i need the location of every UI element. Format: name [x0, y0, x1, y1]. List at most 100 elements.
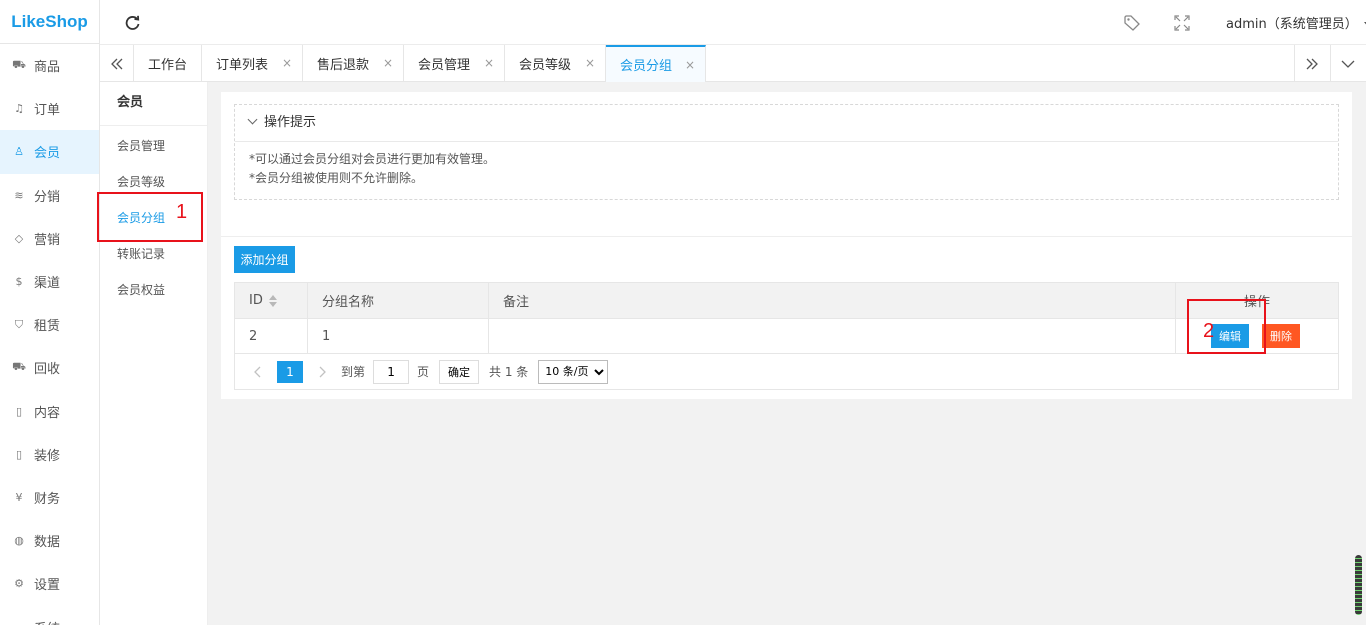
sidebar-item[interactable]: $ 渠道 — [0, 260, 99, 303]
close-icon[interactable]: × — [585, 56, 595, 70]
sidebar-item-label: 营销 — [34, 232, 61, 248]
sidebar-item-label: 分销 — [34, 189, 61, 205]
tab[interactable]: 会员等级 × — [505, 45, 606, 82]
sidebar-item-label: 内容 — [34, 405, 61, 421]
delete-button[interactable]: 删除 — [1262, 324, 1300, 348]
top-bar: admin（系统管理员） — [100, 0, 1366, 45]
column-header-id[interactable]: ID — [235, 283, 308, 318]
annotation-number-2: 2 — [1203, 320, 1215, 342]
table-row: 2 1 编辑 删除 — [235, 319, 1338, 354]
column-header-actions: 操作 — [1243, 295, 1270, 310]
tip-line: *会员分组被使用则不允许删除。 — [249, 171, 424, 185]
user-menu[interactable]: admin（系统管理员） — [1226, 13, 1366, 32]
refresh-icon[interactable] — [124, 14, 142, 32]
tab-bar: 工作台 订单列表 × 售后退款 × 会员管理 × 会员等级 × 会员分组 × — [100, 45, 1366, 82]
sidebar-item[interactable]: ⛉ 租赁 — [0, 303, 99, 346]
shield-check-icon: ⛉ — [14, 317, 24, 331]
tabs-scroll-right-icon[interactable] — [1294, 45, 1328, 82]
sidebar-item[interactable]: ▯ 内容 — [0, 390, 99, 433]
column-header-label: ID — [249, 293, 263, 308]
submenu-item[interactable]: 转账记录 — [100, 236, 207, 272]
sidebar-item[interactable]: ⛟ 商品 — [0, 44, 99, 87]
cell-id: 2 — [235, 319, 308, 353]
submenu-item[interactable]: 会员等级 — [100, 164, 207, 200]
app-root: LikeShop ⛟ 商品 ♫ 订单 ♙ 会员 ≋ 分销 ◇ 营销 $ 渠道 ⛉ 租赁 ⛟ 回收 ▯ 内容 ▯ 装修 ¥… — [0, 0, 1366, 625]
tab[interactable]: 售后退款 × — [303, 45, 404, 82]
tabs-menu-chevron-down-icon[interactable] — [1330, 45, 1364, 82]
sidebar-item[interactable]: ♫ 订单 — [0, 87, 99, 130]
tab[interactable]: 会员分组 × — [606, 45, 706, 82]
book-icon: ▯ — [15, 404, 23, 418]
sidebar-item-label: 渠道 — [34, 276, 61, 292]
tab-label: 会员分组 — [620, 59, 673, 74]
sidebar-item[interactable]: ◇ 营销 — [0, 217, 99, 260]
globe-icon: ◍ — [14, 534, 24, 548]
tab[interactable]: 会员管理 × — [404, 45, 505, 82]
tab[interactable]: 工作台 — [134, 45, 202, 82]
cell-actions: 编辑 删除 — [1176, 319, 1338, 353]
submenu-title: 会员 — [100, 82, 207, 126]
cart-icon: ⛟ — [12, 360, 26, 374]
close-icon[interactable]: × — [484, 56, 494, 70]
sidebar-item-label: 回收 — [34, 362, 61, 378]
dollar-circle-icon: $ — [15, 275, 23, 289]
sidebar-item[interactable]: ¥ 财务 — [0, 476, 99, 519]
close-icon[interactable]: × — [282, 56, 292, 70]
cart-icon: ⛟ — [12, 58, 26, 72]
sidebar-item[interactable]: ♙ 会员 — [0, 130, 99, 174]
tips-title: 操作提示 — [264, 115, 317, 130]
chevron-icon: ⌄ — [12, 620, 26, 625]
close-icon[interactable]: × — [685, 58, 695, 72]
yen-circle-icon: ¥ — [15, 490, 23, 504]
page-current[interactable]: 1 — [277, 360, 303, 383]
goto-label: 到第 — [341, 365, 366, 379]
tag-icon[interactable] — [1123, 14, 1141, 32]
logo: LikeShop — [0, 0, 99, 44]
sidebar-item-label: 财务 — [34, 491, 61, 507]
content-card: 操作提示 *可以通过会员分组对会员进行更加有效管理。 *会员分组被使用则不允许删… — [221, 92, 1352, 399]
group-table: ID 分组名称 备注 操作 2 1 编辑 删除 1 到第 1 页 确定 共 1 … — [234, 282, 1339, 390]
close-icon[interactable]: × — [383, 56, 393, 70]
sidebar-item[interactable]: ⌄ 系统 — [0, 605, 99, 625]
sidebar-item[interactable]: ⛟ 回收 — [0, 346, 99, 389]
fullscreen-icon[interactable] — [1174, 15, 1190, 31]
page-size-select[interactable]: 10 条/页 — [538, 359, 609, 384]
annotation-number-1: 1 — [176, 201, 188, 223]
sidebar-item[interactable]: ⚙ 设置 — [0, 562, 99, 605]
submenu-item[interactable]: 会员管理 — [100, 128, 207, 164]
divider — [221, 236, 1352, 237]
phone-icon: ▯ — [15, 447, 23, 461]
tab-label: 售后退款 — [317, 58, 370, 73]
page-label: 页 — [417, 365, 430, 379]
submenu-item[interactable]: 会员分组 — [100, 200, 207, 236]
tabs-scroll-left-icon[interactable] — [100, 45, 134, 82]
tab-label: 工作台 — [148, 58, 188, 73]
column-header-remark: 备注 — [489, 283, 1176, 318]
sort-icon[interactable] — [268, 294, 277, 307]
chevron-down-icon — [247, 114, 258, 125]
main-nav: ⛟ 商品 ♫ 订单 ♙ 会员 ≋ 分销 ◇ 营销 $ 渠道 ⛉ 租赁 ⛟ 回收 ▯ 内容 ▯ 装修 ¥ 财务 ◍ 数据 ⚙ 设置 ⌄… — [0, 44, 99, 625]
layers-icon: ≋ — [14, 188, 24, 202]
prev-page-icon[interactable] — [247, 361, 269, 383]
tip-line: *可以通过会员分组对会员进行更加有效管理。 — [249, 152, 496, 166]
main-sidebar: LikeShop ⛟ 商品 ♫ 订单 ♙ 会员 ≋ 分销 ◇ 营销 $ 渠道 ⛉ 租赁 ⛟ 回收 ▯ 内容 ▯ 装修 ¥… — [0, 0, 100, 625]
add-group-button[interactable]: 添加分组 — [234, 246, 295, 273]
sidebar-item[interactable]: ≋ 分销 — [0, 174, 99, 217]
user-name: admin（系统管理员） — [1226, 17, 1358, 32]
column-header-name: 分组名称 — [308, 283, 489, 318]
submenu-item[interactable]: 会员权益 — [100, 272, 207, 308]
goto-page-input[interactable] — [373, 359, 410, 384]
scrollbar[interactable] — [1355, 555, 1362, 615]
sidebar-item-label: 商品 — [34, 60, 61, 76]
member-submenu: 会员 会员管理 会员等级 会员分组 转账记录 会员权益 — [100, 82, 208, 625]
tab-label: 会员管理 — [418, 58, 471, 73]
edit-button[interactable]: 编辑 — [1211, 324, 1249, 348]
sidebar-item-label: 会员 — [34, 146, 61, 162]
tips-toggle[interactable]: 操作提示 — [235, 105, 1338, 142]
sidebar-item[interactable]: ◍ 数据 — [0, 519, 99, 562]
tab-label: 会员等级 — [519, 58, 572, 73]
next-page-icon[interactable] — [311, 361, 333, 383]
goto-confirm-button[interactable]: 确定 — [439, 359, 480, 384]
tab[interactable]: 订单列表 × — [202, 45, 303, 82]
sidebar-item[interactable]: ▯ 装修 — [0, 433, 99, 476]
